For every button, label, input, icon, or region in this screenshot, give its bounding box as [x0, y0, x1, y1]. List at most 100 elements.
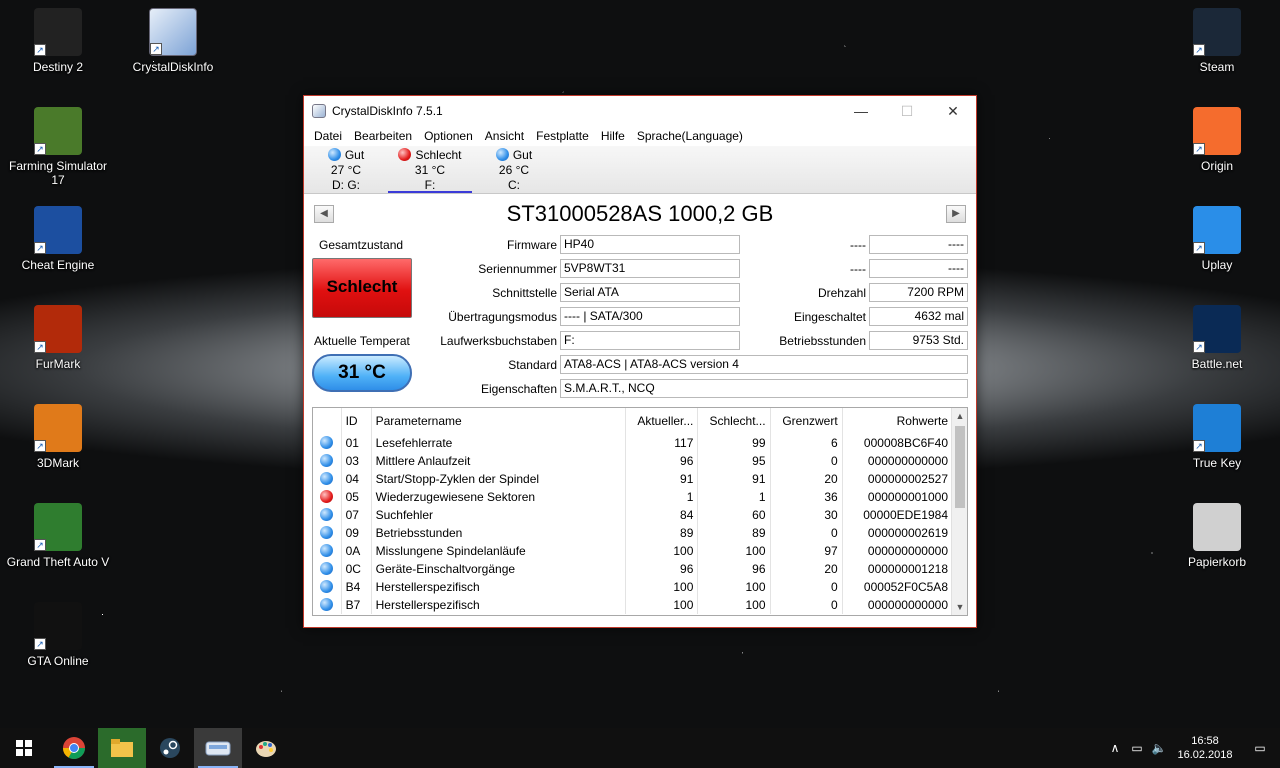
disk-tab-1[interactable]: Schlecht 31 °C F:: [388, 146, 472, 193]
column-header-name[interactable]: Parametername: [371, 408, 627, 434]
attribute-id: 09: [341, 524, 372, 542]
column-header-worst[interactable]: Schlecht...: [697, 408, 771, 434]
attribute-threshold: 97: [770, 542, 843, 560]
crystaldiskinfo-tb-icon: [205, 741, 231, 756]
attribute-current: 84: [625, 506, 699, 524]
minimize-button[interactable]: —: [838, 96, 884, 126]
action-center-icon[interactable]: ▭: [1240, 741, 1280, 755]
table-row[interactable]: 0C Geräte-Einschaltvorgänge 96 96 20 00000000…: [313, 560, 954, 578]
desktop-icon-truekey[interactable]: ↗ True Key: [1162, 404, 1272, 470]
desktop-icon-label: FurMark: [35, 357, 81, 371]
column-header-id[interactable]: ID: [341, 408, 372, 434]
attribute-name: Mittlere Anlaufzeit: [371, 452, 627, 470]
scroll-down-icon[interactable]: ▼: [952, 599, 967, 615]
taskbar-steam[interactable]: [146, 728, 194, 768]
extra-label-1: ----: [850, 238, 866, 252]
shortcut-arrow-icon: ↗: [34, 44, 46, 56]
attribute-threshold: 30: [770, 506, 843, 524]
temperature-display[interactable]: 31 °C: [312, 354, 412, 392]
desktop-icon-origin[interactable]: ↗ Origin: [1162, 107, 1272, 173]
attribute-raw: 00000EDE1984: [842, 506, 954, 524]
menu-hilfe[interactable]: Hilfe: [595, 129, 631, 143]
transfer-mode-label: Übertragungsmodus: [448, 310, 557, 324]
table-row[interactable]: 04 Start/Stopp-Zyklen der Spindel 91 91 20 00…: [313, 470, 954, 488]
origin-icon: ↗: [1193, 107, 1241, 155]
table-row[interactable]: 01 Lesefehlerrate 117 99 6 000008BC6F40: [313, 434, 954, 452]
extra-value-1: ----: [869, 235, 968, 254]
menu-optionen[interactable]: Optionen: [418, 129, 479, 143]
desktop-icon-farming-simulator[interactable]: ↗ Farming Simulator 17: [3, 107, 113, 187]
uplay-icon: ↗: [1193, 206, 1241, 254]
menu-festplatte[interactable]: Festplatte: [530, 129, 595, 143]
menu-ansicht[interactable]: Ansicht: [479, 129, 530, 143]
close-button[interactable]: ✕: [930, 96, 976, 126]
desktop-icon-steam[interactable]: ↗ Steam: [1162, 8, 1272, 74]
taskbar-chrome[interactable]: [50, 728, 98, 768]
desktop-icon-3dmark[interactable]: ↗ 3DMark: [3, 404, 113, 470]
desktop-icon-destiny[interactable]: ↗ Destiny 2: [3, 8, 113, 74]
rpm-label: Drehzahl: [817, 286, 866, 300]
table-row[interactable]: 0A Misslungene Spindelanläufe 100 100 97 0000…: [313, 542, 954, 560]
table-scrollbar[interactable]: ▲ ▼: [951, 408, 967, 615]
attribute-raw: 000000000000: [842, 596, 954, 614]
attribute-current: 117: [625, 434, 699, 452]
table-row[interactable]: 09 Betriebsstunden 89 89 0 000000002619: [313, 524, 954, 542]
attribute-name: Misslungene Spindelanläufe: [371, 542, 627, 560]
desktop-icon-uplay[interactable]: ↗ Uplay: [1162, 206, 1272, 272]
desktop-icon-crystaldiskinfo[interactable]: ↗ CrystalDiskInfo: [118, 8, 228, 74]
column-header-raw[interactable]: Rohwerte: [842, 408, 954, 434]
maximize-button[interactable]: ☐: [884, 96, 930, 126]
menu-datei[interactable]: Datei: [308, 129, 348, 143]
table-row[interactable]: 05 Wiederzugewiesene Sektoren 1 1 36 00000000…: [313, 488, 954, 506]
desktop-icon-furmark[interactable]: ↗ FurMark: [3, 305, 113, 371]
scroll-thumb[interactable]: [955, 426, 965, 508]
menu-bearbeiten[interactable]: Bearbeiten: [348, 129, 418, 143]
attribute-name: Start/Stopp-Zyklen der Spindel: [371, 470, 627, 488]
taskbar-explorer[interactable]: [98, 728, 146, 768]
volume-icon[interactable]: 🔈: [1148, 741, 1170, 755]
taskbar-paint[interactable]: [242, 728, 290, 768]
title-bar[interactable]: CrystalDiskInfo 7.5.1 — ☐ ✕: [304, 96, 976, 126]
serial-value: 5VP8WT31: [560, 259, 740, 278]
desktop-icon-recycle-bin[interactable]: Papierkorb: [1162, 503, 1272, 569]
attribute-worst: 1: [697, 488, 771, 506]
desktop-icon-battlenet[interactable]: ↗ Battle.net: [1162, 305, 1272, 371]
attribute-threshold: 20: [770, 560, 843, 578]
health-status-button[interactable]: Schlecht: [312, 258, 412, 318]
desktop-icon-gta-online[interactable]: ↗ GTA Online: [3, 602, 113, 668]
disk-tab-0[interactable]: Gut 27 °C D: G:: [304, 146, 388, 193]
crystaldiskinfo-window: CrystalDiskInfo 7.5.1 — ☐ ✕ Datei Bearbe…: [303, 95, 977, 628]
previous-disk-button[interactable]: ◀: [314, 205, 334, 223]
clock[interactable]: 16:58 16.02.2018: [1170, 734, 1240, 762]
desktop-icon-gta-v[interactable]: ↗ Grand Theft Auto V: [3, 503, 113, 569]
status-column-header[interactable]: [313, 408, 342, 434]
shortcut-arrow-icon: ↗: [34, 242, 46, 254]
table-row[interactable]: B4 Herstellerspezifisch 100 100 0 000052F0C5A…: [313, 578, 954, 596]
table-row[interactable]: B7 Herstellerspezifisch 100 100 0 00000000000…: [313, 596, 954, 614]
show-hidden-icons-chevron-icon[interactable]: ∧: [1104, 741, 1126, 755]
column-header-current[interactable]: Aktueller...: [625, 408, 699, 434]
scroll-up-icon[interactable]: ▲: [952, 408, 967, 424]
taskbar-crystaldiskinfo[interactable]: [194, 728, 242, 768]
start-button[interactable]: [0, 728, 48, 768]
desktop-icon-label: Papierkorb: [1187, 555, 1247, 569]
network-icon[interactable]: ▭: [1126, 741, 1148, 755]
desktop-icon-label: Grand Theft Auto V: [6, 555, 110, 569]
attribute-current: 100: [625, 596, 699, 614]
table-row[interactable]: 03 Mittlere Anlaufzeit 96 95 0 000000000000: [313, 452, 954, 470]
status-cell: [313, 578, 342, 596]
attribute-id: 03: [341, 452, 372, 470]
next-disk-button[interactable]: ▶: [946, 205, 966, 223]
desktop-icon-cheat-engine[interactable]: ↗ Cheat Engine: [3, 206, 113, 272]
attribute-worst: 96: [697, 560, 771, 578]
disk-tab-2[interactable]: Gut 26 °C C:: [472, 146, 556, 193]
steam-icon: ↗: [1193, 8, 1241, 56]
column-header-threshold[interactable]: Grenzwert: [770, 408, 843, 434]
disk-selector-bar: Gut 27 °C D: G: Schlecht 31 °C F: Gut 26…: [304, 146, 976, 194]
attribute-raw: 000000000000: [842, 542, 954, 560]
extra-label-2: ----: [850, 262, 866, 276]
status-good-icon: [320, 580, 334, 593]
attribute-threshold: 36: [770, 488, 843, 506]
table-row[interactable]: 07 Suchfehler 84 60 30 00000EDE1984: [313, 506, 954, 524]
menu-sprache[interactable]: Sprache(Language): [631, 129, 749, 143]
